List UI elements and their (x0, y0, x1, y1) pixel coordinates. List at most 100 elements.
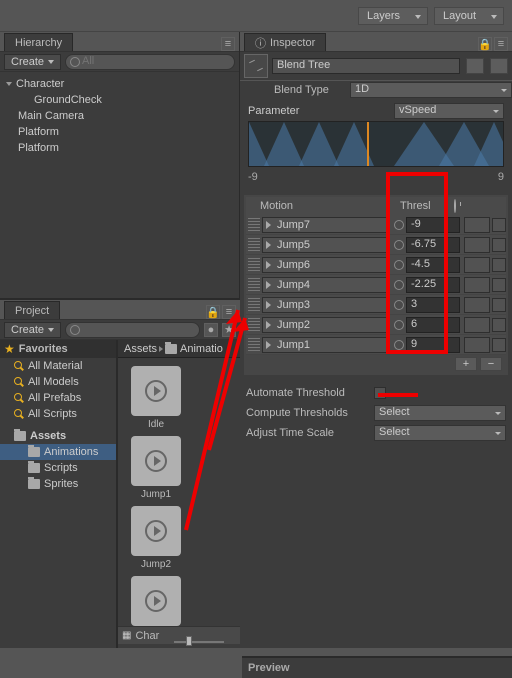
threshold-input[interactable]: 3 (406, 297, 460, 313)
save-search-icon[interactable]: ★ (222, 323, 236, 337)
object-picker-icon[interactable] (392, 297, 406, 313)
inspector-lock-icon[interactable]: 🔒 (478, 37, 492, 51)
favorites-header[interactable]: ★Favorites (0, 340, 116, 358)
speed-input[interactable] (464, 317, 490, 333)
speed-input[interactable] (464, 217, 490, 233)
hierarchy-tab[interactable]: Hierarchy (4, 33, 73, 51)
parameter-select[interactable]: vSpeed (394, 103, 504, 119)
threshold-input[interactable]: 9 (406, 337, 460, 353)
motion-clip-field[interactable]: Jump4 (262, 277, 390, 293)
asset-extra[interactable] (126, 576, 186, 626)
object-picker-icon[interactable] (392, 337, 406, 353)
add-motion-button[interactable]: + (455, 357, 477, 371)
selected-asset-label: Char (135, 630, 159, 642)
breadcrumb-assets[interactable]: Assets (124, 343, 157, 355)
filter-icon[interactable]: ● (204, 323, 218, 337)
blend-position-indicator[interactable] (367, 122, 369, 167)
threshold-input[interactable]: -6.75 (406, 237, 460, 253)
speed-input[interactable] (464, 337, 490, 353)
inspector-tab[interactable]: ⓘInspector (244, 33, 326, 51)
object-picker-icon[interactable] (392, 317, 406, 333)
inspector-panel-menu-icon[interactable]: ≡ (494, 37, 508, 51)
remove-motion-button[interactable]: − (480, 357, 502, 371)
mirror-checkbox[interactable] (492, 258, 506, 272)
folder-animations[interactable]: Animations (0, 444, 116, 460)
asset-jump1[interactable]: Jump1 (126, 436, 186, 500)
hierarchy-item-main-camera[interactable]: Main Camera (0, 108, 239, 124)
folder-sprites[interactable]: Sprites (0, 476, 116, 492)
mirror-checkbox[interactable] (492, 238, 506, 252)
play-icon (265, 220, 275, 230)
slider-knob[interactable] (186, 636, 192, 646)
drag-handle-icon[interactable] (248, 238, 260, 252)
threshold-input[interactable]: -9 (406, 217, 460, 233)
chevron-right-icon (159, 346, 163, 352)
motion-clip-field[interactable]: Jump5 (262, 237, 390, 253)
folder-scripts[interactable]: Scripts (0, 460, 116, 476)
drag-handle-icon[interactable] (248, 338, 260, 352)
blend-graph[interactable] (248, 121, 504, 167)
speed-input[interactable] (464, 297, 490, 313)
preview-panel-header[interactable]: Preview (242, 656, 512, 678)
threshold-input[interactable]: -4.5 (406, 257, 460, 273)
speed-input[interactable] (464, 237, 490, 253)
hierarchy-panel-menu-icon[interactable]: ≡ (221, 37, 235, 51)
grid-icon: ▦ (122, 630, 131, 641)
motion-clip-field[interactable]: Jump1 (262, 337, 390, 353)
adjust-time-scale-select[interactable]: Select (374, 425, 506, 441)
object-picker-icon[interactable] (392, 217, 406, 233)
layers-dropdown[interactable]: Layers (358, 7, 428, 25)
assets-folder[interactable]: Assets (0, 428, 116, 444)
hierarchy-search-input[interactable]: All (65, 54, 235, 70)
project-tab[interactable]: Project (4, 301, 60, 319)
hierarchy-item-character[interactable]: Character (0, 76, 239, 92)
project-create-button[interactable]: Create (4, 322, 61, 338)
mirror-checkbox[interactable] (492, 298, 506, 312)
drag-handle-icon[interactable] (248, 218, 260, 232)
motion-clip-field[interactable]: Jump7 (262, 217, 390, 233)
drag-handle-icon[interactable] (248, 318, 260, 332)
asset-idle[interactable]: Idle (126, 366, 186, 430)
hierarchy-create-button[interactable]: Create (4, 54, 61, 70)
blend-tree-name-input[interactable]: Blend Tree (272, 58, 460, 74)
animation-thumb-icon (131, 366, 181, 416)
threshold-input[interactable]: -2.25 (406, 277, 460, 293)
speed-input[interactable] (464, 257, 490, 273)
project-panel-menu-icon[interactable]: ≡ (222, 305, 236, 319)
motion-clip-field[interactable]: Jump2 (262, 317, 390, 333)
threshold-column-header: Thresl (396, 200, 454, 212)
object-picker-icon[interactable] (392, 237, 406, 253)
hierarchy-item-groundcheck[interactable]: GroundCheck (0, 92, 239, 108)
hierarchy-item-platform-1[interactable]: Platform (0, 124, 239, 140)
layout-dropdown[interactable]: Layout (434, 7, 504, 25)
threshold-input[interactable]: 6 (406, 317, 460, 333)
project-search-input[interactable] (65, 322, 200, 338)
motion-clip-field[interactable]: Jump6 (262, 257, 390, 273)
help-icon[interactable] (466, 58, 484, 74)
motion-clip-field[interactable]: Jump3 (262, 297, 390, 313)
folder-icon (28, 479, 40, 489)
asset-jump2[interactable]: Jump2 (126, 506, 186, 570)
mirror-checkbox[interactable] (492, 278, 506, 292)
compute-thresholds-select[interactable]: Select (374, 405, 506, 421)
object-picker-icon[interactable] (392, 277, 406, 293)
thumbnail-size-slider[interactable] (174, 641, 224, 643)
gear-icon[interactable] (490, 58, 508, 74)
play-icon (145, 380, 167, 402)
drag-handle-icon[interactable] (248, 298, 260, 312)
drag-handle-icon[interactable] (248, 258, 260, 272)
favorite-all-prefabs[interactable]: All Prefabs (0, 390, 116, 406)
object-picker-icon[interactable] (392, 257, 406, 273)
favorite-all-models[interactable]: All Models (0, 374, 116, 390)
drag-handle-icon[interactable] (248, 278, 260, 292)
favorite-all-scripts[interactable]: All Scripts (0, 406, 116, 422)
speed-input[interactable] (464, 277, 490, 293)
mirror-checkbox[interactable] (492, 338, 506, 352)
hierarchy-item-platform-2[interactable]: Platform (0, 140, 239, 156)
breadcrumb-animations[interactable]: Animatio (165, 343, 223, 355)
mirror-checkbox[interactable] (492, 218, 506, 232)
mirror-checkbox[interactable] (492, 318, 506, 332)
favorite-all-materials[interactable]: All Material (0, 358, 116, 374)
blend-type-select[interactable]: 1D (350, 82, 512, 98)
lock-icon[interactable]: 🔒 (206, 305, 220, 319)
